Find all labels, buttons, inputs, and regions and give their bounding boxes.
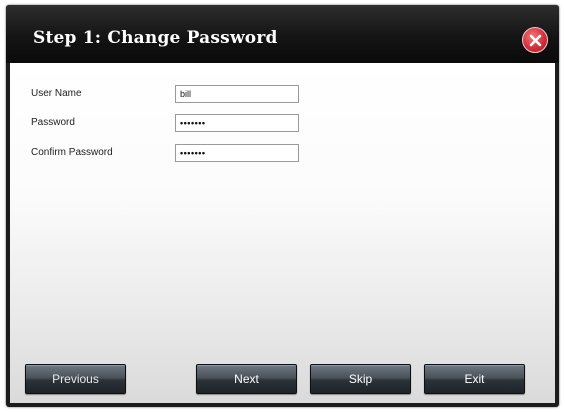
close-button[interactable] [522,27,548,53]
password-label: Password [31,117,75,128]
wizard-dialog: Step 1: Change Password User Name Passwo… [6,5,559,407]
dialog-title-bar: Step 1: Change Password [6,5,559,63]
confirm-password-row: Confirm Password [10,144,555,164]
close-icon [529,34,542,47]
next-button[interactable]: Next [196,364,297,394]
dialog-content: User Name Password Confirm Password Prev… [10,63,555,403]
screen: Step 1: Change Password User Name Passwo… [0,0,565,412]
user-name-input[interactable] [175,85,299,103]
confirm-password-input[interactable] [175,144,299,162]
user-name-row: User Name [10,85,555,105]
user-name-label: User Name [31,88,82,99]
password-input[interactable] [175,114,299,132]
skip-button[interactable]: Skip [310,364,411,394]
exit-button[interactable]: Exit [424,364,525,394]
previous-button[interactable]: Previous [25,364,126,394]
dialog-title: Step 1: Change Password [33,28,278,48]
password-row: Password [10,114,555,134]
confirm-password-label: Confirm Password [31,147,113,158]
